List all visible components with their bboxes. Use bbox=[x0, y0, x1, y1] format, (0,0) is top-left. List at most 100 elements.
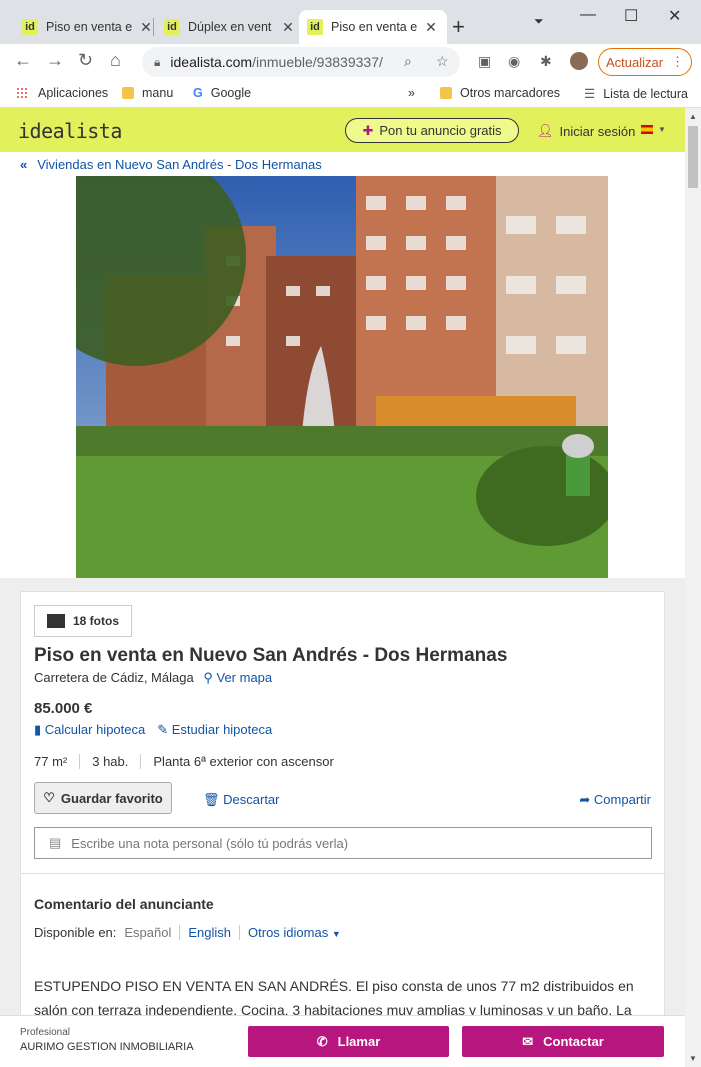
bookmark-star-icon[interactable]: ☆ bbox=[436, 53, 449, 70]
see-map-link[interactable]: ⚲ Ver mapa bbox=[203, 670, 272, 685]
lang-spanish[interactable]: Español bbox=[124, 925, 181, 940]
contact-button[interactable]: ✉ Contactar bbox=[462, 1026, 664, 1057]
note-icon: ▤ bbox=[49, 835, 62, 850]
contact-bar: Profesional AURIMO GESTION INMOBILIARIA … bbox=[0, 1015, 685, 1067]
home-icon[interactable]: ⌂ bbox=[110, 50, 121, 71]
breadcrumb[interactable]: « Viviendas en Nuevo San Andrés - Dos He… bbox=[0, 152, 685, 176]
scroll-up-icon[interactable]: ▲ bbox=[689, 112, 697, 121]
tab-title: Piso en venta e bbox=[331, 20, 418, 34]
minimize-icon[interactable]: — bbox=[580, 6, 596, 24]
calculate-mortgage-label: Calcular hipoteca bbox=[44, 722, 146, 737]
folder-icon bbox=[440, 87, 452, 99]
bookmark-google[interactable]: G Google bbox=[193, 86, 251, 100]
tab-2[interactable]: id Dúplex en vent ✕ bbox=[156, 10, 304, 44]
scroll-down-icon[interactable]: ▼ bbox=[689, 1054, 697, 1063]
google-icon: G bbox=[193, 86, 203, 100]
tab-bar: id Piso en venta e ✕ id Dúplex en vent ✕… bbox=[0, 0, 701, 44]
close-tab-icon[interactable]: ✕ bbox=[280, 19, 296, 36]
lang-other-dropdown[interactable]: Otros idiomas ▼ bbox=[240, 925, 341, 940]
reload-icon[interactable]: ↻ bbox=[78, 50, 93, 71]
publish-ad-button[interactable]: ✚ Pon tu anuncio gratis bbox=[345, 118, 519, 143]
reading-list-icon: ☰ bbox=[584, 87, 596, 101]
lang-other-label: Otros idiomas bbox=[248, 925, 329, 940]
see-map-label: Ver mapa bbox=[216, 670, 273, 685]
bookmark-manu[interactable]: manu bbox=[122, 86, 173, 100]
login-link[interactable]: 👤︎ Iniciar sesión bbox=[537, 123, 635, 139]
browser-chrome: id Piso en venta e ✕ id Dúplex en vent ✕… bbox=[0, 0, 701, 108]
back-icon[interactable]: ← bbox=[14, 50, 32, 71]
pencil-icon: ✎ bbox=[157, 722, 169, 737]
property-photo[interactable] bbox=[76, 176, 608, 578]
bookmarks-overflow[interactable]: » bbox=[408, 86, 415, 100]
phone-icon: ✆ bbox=[316, 1033, 328, 1049]
update-button[interactable]: Actualizar ⋮ bbox=[598, 48, 692, 76]
maximize-icon[interactable]: ☐ bbox=[624, 6, 638, 26]
zoom-icon[interactable]: ⌕ bbox=[404, 53, 412, 70]
tab-3-active[interactable]: id Piso en venta e ✕ bbox=[299, 10, 447, 44]
extension-icon[interactable]: ◉ bbox=[508, 53, 520, 70]
forward-icon[interactable]: → bbox=[46, 50, 64, 71]
professional-label: Profesional bbox=[20, 1027, 71, 1038]
tab-title: Piso en venta e bbox=[46, 20, 133, 34]
call-button[interactable]: ✆ Llamar bbox=[248, 1026, 449, 1057]
chevron-down-icon[interactable]: ▼ bbox=[658, 125, 666, 134]
listing-title: Piso en venta en Nuevo San Andrés - Dos … bbox=[34, 645, 508, 666]
browser-toolbar: ← → ↻ ⌂ 🔒︎ idealista.com /inmueble/93839… bbox=[0, 44, 701, 80]
site-header: idealista ✚ Pon tu anuncio gratis 👤︎ Ini… bbox=[0, 108, 685, 152]
personal-note-input[interactable]: ▤ Escribe una nota personal (sólo tú pod… bbox=[34, 827, 652, 859]
new-tab-icon[interactable]: + bbox=[452, 14, 465, 40]
address-text: Carretera de Cádiz, Málaga bbox=[34, 670, 194, 685]
share-link[interactable]: ➦ Compartir bbox=[579, 792, 651, 808]
feature-area: 77 m² bbox=[34, 754, 68, 769]
listing-price: 85.000 € bbox=[34, 700, 93, 717]
lang-english[interactable]: English bbox=[180, 925, 241, 940]
feature-rooms: 3 hab. bbox=[79, 754, 140, 769]
note-placeholder: Escribe una nota personal (sólo tú podrá… bbox=[71, 835, 349, 851]
agency-name: AURIMO GESTION INMOBILIARIA bbox=[20, 1041, 194, 1053]
photos-button[interactable]: 18 fotos bbox=[34, 605, 132, 637]
idealista-favicon-icon: id bbox=[22, 19, 38, 35]
profile-avatar-icon[interactable] bbox=[570, 52, 588, 70]
study-mortgage-label: Estudiar hipoteca bbox=[171, 722, 273, 737]
spain-flag-icon[interactable] bbox=[641, 125, 653, 134]
contact-label: Contactar bbox=[543, 1034, 604, 1049]
save-favorite-label: Guardar favorito bbox=[60, 790, 163, 806]
menu-dots-icon: ⋮ bbox=[671, 54, 685, 69]
calculate-mortgage-link[interactable]: ▮ Calcular hipoteca bbox=[34, 722, 145, 738]
page-scrollbar[interactable]: ▲ ▼ bbox=[685, 108, 701, 1067]
user-icon: 👤︎ bbox=[537, 123, 554, 138]
idealista-logo[interactable]: idealista bbox=[18, 119, 122, 143]
bookmark-others[interactable]: Otros marcadores bbox=[440, 86, 560, 100]
study-mortgage-link[interactable]: ✎ Estudiar hipoteca bbox=[157, 722, 272, 738]
web-page: idealista ✚ Pon tu anuncio gratis 👤︎ Ini… bbox=[0, 108, 685, 1067]
breadcrumb-label: Viviendas en Nuevo San Andrés - Dos Herm… bbox=[37, 156, 322, 172]
bookmark-apps[interactable]: Aplicaciones bbox=[16, 86, 108, 100]
scrollbar-thumb[interactable] bbox=[688, 126, 698, 188]
save-favorite-button[interactable]: ♡ Guardar favorito bbox=[34, 782, 172, 814]
hero-section bbox=[0, 176, 685, 578]
apps-grid-icon bbox=[16, 87, 28, 99]
image-icon bbox=[46, 614, 65, 628]
extensions-puzzle-icon[interactable]: ✱ bbox=[540, 53, 552, 70]
extension-icon[interactable]: ▣ bbox=[478, 53, 491, 70]
comment-title: Comentario del anunciante bbox=[34, 896, 214, 912]
tab-search-icon[interactable]: ⏷ bbox=[534, 14, 544, 29]
close-tab-icon[interactable]: ✕ bbox=[423, 19, 439, 36]
bookmark-label: Lista de lectura bbox=[603, 86, 688, 101]
url-domain: idealista.com bbox=[170, 54, 253, 70]
close-tab-icon[interactable]: ✕ bbox=[138, 19, 154, 36]
address-bar[interactable]: 🔒︎ idealista.com /inmueble/93839337/ bbox=[142, 47, 460, 77]
bookmark-label: Aplicaciones bbox=[38, 86, 109, 100]
bookmark-reading-list[interactable]: ☰ Lista de lectura bbox=[584, 86, 688, 102]
bookmark-label: Otros marcadores bbox=[460, 86, 561, 100]
close-window-icon[interactable]: ✕ bbox=[668, 6, 681, 26]
caret-down-icon: ▼ bbox=[331, 929, 341, 939]
tab-1[interactable]: id Piso en venta e ✕ bbox=[14, 10, 162, 44]
discard-link[interactable]: 🗑︎ Descartar bbox=[203, 792, 280, 808]
photos-count: 18 fotos bbox=[72, 614, 119, 628]
tab-title: Dúplex en vent bbox=[188, 20, 272, 34]
available-in-label: Disponible en: bbox=[34, 925, 117, 940]
listing-address: Carretera de Cádiz, Málaga ⚲ Ver mapa bbox=[34, 670, 272, 686]
listing-card: 18 fotos Piso en venta en Nuevo San Andr… bbox=[20, 591, 666, 1067]
lock-icon: 🔒︎ bbox=[154, 54, 161, 69]
